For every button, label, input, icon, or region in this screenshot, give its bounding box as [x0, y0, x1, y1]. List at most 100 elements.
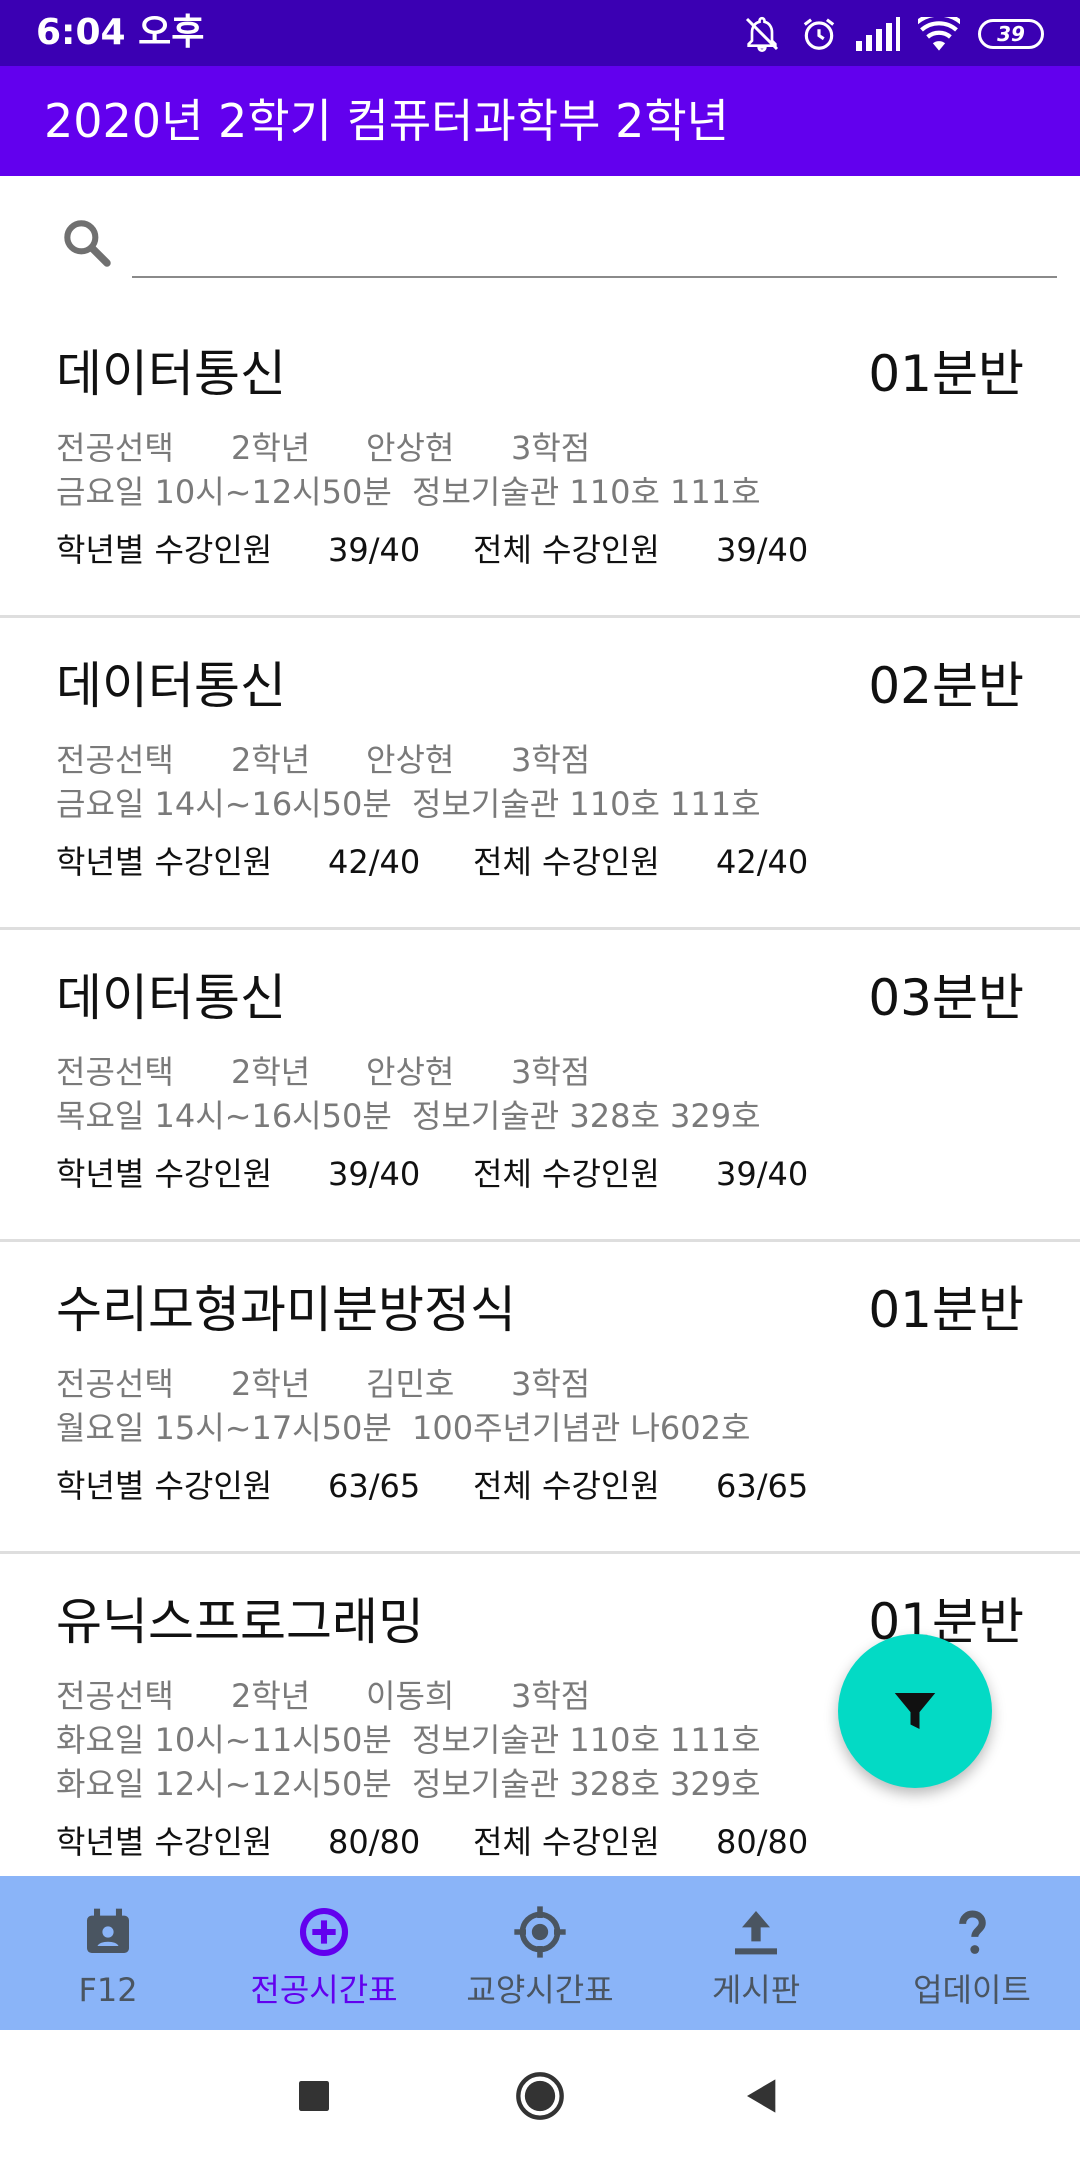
- course-year: 2학년: [231, 1053, 311, 1091]
- grade-enrollment-value: 39/40: [328, 531, 421, 569]
- status-bar: 6:04 오후 39: [0, 0, 1080, 66]
- grade-enrollment-value: 80/80: [328, 1823, 421, 1861]
- total-enrollment-label: 전체 수강인원: [473, 1467, 660, 1505]
- course-year: 2학년: [231, 1365, 311, 1403]
- total-enrollment-value: 80/80: [716, 1823, 809, 1861]
- course-name: 데이터통신: [56, 969, 286, 1027]
- total-enrollment-label: 전체 수강인원: [473, 531, 660, 569]
- battery-icon: 39: [978, 19, 1044, 49]
- wifi-icon: [918, 17, 960, 51]
- filter-button[interactable]: [838, 1634, 992, 1788]
- nav-label: 교양시간표: [466, 1971, 614, 2009]
- course-card[interactable]: 데이터통신 01분반 전공선택 2학년 안상현 3학점 금요일 10시~12시50분 정…: [0, 306, 1080, 618]
- nav-item-liberal-timetable[interactable]: 교양시간표: [432, 1876, 648, 2030]
- course-type: 전공선택: [56, 1677, 174, 1715]
- total-enrollment-label: 전체 수강인원: [473, 1823, 660, 1861]
- course-type: 전공선택: [56, 741, 174, 779]
- status-time: 6:04 오후: [36, 12, 205, 53]
- course-meta: 전공선택 2학년 이동희 3학점: [56, 1674, 590, 1718]
- course-professor: 안상현: [366, 741, 455, 779]
- screen: 6:04 오후 39 2020년 2학기 컴퓨터과학부 2학년 데이터통신 01…: [0, 0, 1080, 2160]
- schedule-time: 월요일 15시~17시50분: [56, 1409, 392, 1447]
- course-professor: 안상현: [366, 429, 455, 467]
- course-credits: 3학점: [511, 1677, 591, 1715]
- alarm-icon: [803, 18, 835, 50]
- calendar-icon: [87, 1908, 129, 1953]
- grade-enrollment-label: 학년별 수강인원: [56, 1467, 273, 1505]
- grade-enrollment-value: 63/65: [328, 1467, 421, 1505]
- nav-label: 전공시간표: [250, 1971, 398, 2009]
- mute-icon: [745, 16, 779, 53]
- course-credits: 3학점: [511, 429, 591, 467]
- schedule-room: 정보기술관 328호 329호: [412, 1765, 761, 1803]
- course-credits: 3학점: [511, 1365, 591, 1403]
- course-meta: 전공선택 2학년 안상현 3학점: [56, 1050, 590, 1094]
- total-enrollment-value: 63/65: [716, 1467, 809, 1505]
- course-type: 전공선택: [56, 1053, 174, 1091]
- course-name: 데이터통신: [56, 345, 286, 403]
- course-professor: 김민호: [366, 1365, 455, 1403]
- course-type: 전공선택: [56, 429, 174, 467]
- search-icon[interactable]: [58, 214, 114, 270]
- total-enrollment-label: 전체 수강인원: [473, 1155, 660, 1193]
- course-name: 데이터통신: [56, 657, 286, 715]
- course-card[interactable]: 데이터통신 03분반 전공선택 2학년 안상현 3학점 목요일 14시~16시50분 정…: [0, 930, 1080, 1242]
- course-schedule: 화요일 12시~12시50분 정보기술관 328호 329호: [56, 1762, 761, 1806]
- course-meta: 전공선택 2학년 안상현 3학점: [56, 426, 590, 470]
- total-enrollment-value: 42/40: [716, 843, 809, 881]
- status-icons: 39: [742, 12, 1044, 56]
- course-meta: 전공선택 2학년 안상현 3학점: [56, 738, 590, 782]
- course-year: 2학년: [231, 429, 311, 467]
- course-name: 수리모형과미분방정식: [56, 1281, 516, 1339]
- nav-label: 업데이트: [913, 1971, 1031, 2009]
- course-enrollment: 학년별 수강인원 42/40 전체 수강인원 42/40: [56, 840, 808, 884]
- course-section: 02분반: [868, 657, 1024, 715]
- course-card[interactable]: 수리모형과미분방정식 01분반 전공선택 2학년 김민호 3학점 월요일 15시~17…: [0, 1242, 1080, 1554]
- grade-enrollment-label: 학년별 수강인원: [56, 1823, 273, 1861]
- course-type: 전공선택: [56, 1365, 174, 1403]
- course-card[interactable]: 데이터통신 02분반 전공선택 2학년 안상현 3학점 금요일 14시~16시50분 정…: [0, 618, 1080, 930]
- schedule-room: 100주년기념관 나602호: [412, 1409, 751, 1447]
- target-icon: [514, 1906, 566, 1958]
- nav-item-major-timetable[interactable]: 전공시간표: [216, 1876, 432, 2030]
- system-navigation: [0, 2030, 1080, 2160]
- grade-enrollment-value: 39/40: [328, 1155, 421, 1193]
- schedule-room: 정보기술관 110호 111호: [412, 473, 761, 511]
- grade-enrollment-label: 학년별 수강인원: [56, 843, 273, 881]
- course-schedule: 화요일 10시~11시50분 정보기술관 110호 111호: [56, 1718, 761, 1762]
- page-title: 2020년 2학기 컴퓨터과학부 2학년: [44, 94, 729, 148]
- schedule-time: 금요일 14시~16시50분: [56, 785, 392, 823]
- course-section: 01분반: [868, 345, 1024, 403]
- filter-icon: [894, 1693, 936, 1729]
- total-enrollment-label: 전체 수강인원: [473, 843, 660, 881]
- app-bar: 2020년 2학기 컴퓨터과학부 2학년: [0, 66, 1080, 176]
- upload-icon: [735, 1911, 777, 1955]
- schedule-time: 화요일 10시~11시50분: [56, 1721, 392, 1759]
- nav-item-update[interactable]: 업데이트: [864, 1876, 1080, 2030]
- search-input[interactable]: [132, 226, 1057, 278]
- course-section: 01분반: [868, 1281, 1024, 1339]
- schedule-time: 목요일 14시~16시50분: [56, 1097, 392, 1135]
- course-professor: 이동희: [366, 1677, 455, 1715]
- course-year: 2학년: [231, 1677, 311, 1715]
- course-credits: 3학점: [511, 1053, 591, 1091]
- nav-label: F12: [78, 1971, 138, 2009]
- home-icon[interactable]: [514, 2070, 566, 2122]
- course-enrollment: 학년별 수강인원 39/40 전체 수강인원 39/40: [56, 528, 808, 572]
- schedule-room: 정보기술관 110호 111호: [412, 785, 761, 823]
- course-schedule: 금요일 10시~12시50분 정보기술관 110호 111호: [56, 470, 761, 514]
- recents-icon[interactable]: [296, 2078, 332, 2114]
- nav-item-f12[interactable]: F12: [0, 1876, 216, 2030]
- schedule-time: 화요일 12시~12시50분: [56, 1765, 392, 1803]
- course-enrollment: 학년별 수강인원 80/80 전체 수강인원 80/80: [56, 1820, 808, 1864]
- search-bar: [0, 176, 1080, 306]
- help-icon: [959, 1910, 986, 1954]
- bottom-navigation: F12 전공시간표 교양시간표 게시판 업데이트: [0, 1876, 1080, 2030]
- grade-enrollment-value: 42/40: [328, 843, 421, 881]
- course-meta: 전공선택 2학년 김민호 3학점: [56, 1362, 590, 1406]
- back-icon[interactable]: [742, 2076, 782, 2116]
- add-circle-icon: [299, 1907, 349, 1957]
- total-enrollment-value: 39/40: [716, 531, 809, 569]
- nav-item-board[interactable]: 게시판: [648, 1876, 864, 2030]
- course-professor: 안상현: [366, 1053, 455, 1091]
